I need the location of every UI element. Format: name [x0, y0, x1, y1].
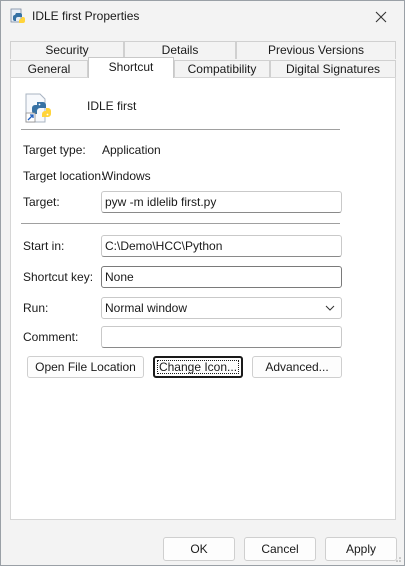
apply-button[interactable]: Apply	[325, 537, 397, 561]
divider	[21, 223, 340, 224]
tab-previous-versions[interactable]: Previous Versions	[236, 41, 396, 59]
comment-label: Comment:	[23, 330, 79, 344]
change-icon-button-label: Change Icon...	[155, 358, 241, 376]
divider	[21, 129, 340, 130]
start-in-input[interactable]: C:\Demo\HCC\Python	[101, 235, 342, 257]
python-shortcut-icon	[25, 93, 51, 123]
python-idle-icon	[10, 8, 25, 23]
title-bar[interactable]: IDLE first Properties	[1, 1, 404, 32]
target-location-value: Windows	[102, 169, 151, 183]
target-label: Target:	[23, 195, 60, 209]
tab-digital-signatures[interactable]: Digital Signatures	[270, 60, 396, 78]
shortcut-name: IDLE first	[87, 99, 137, 113]
tab-general[interactable]: General	[10, 60, 88, 78]
shortcut-key-input[interactable]: None	[101, 266, 342, 288]
run-select[interactable]: Normal window	[101, 297, 342, 319]
open-file-location-button[interactable]: Open File Location	[27, 356, 144, 378]
ok-button[interactable]: OK	[163, 537, 235, 561]
comment-input[interactable]	[101, 326, 342, 348]
window-title: IDLE first Properties	[32, 9, 140, 23]
close-icon	[375, 11, 387, 22]
advanced-button[interactable]: Advanced...	[252, 356, 342, 378]
cancel-button[interactable]: Cancel	[244, 537, 316, 561]
target-type-value: Application	[102, 143, 161, 157]
target-location-label: Target location:	[23, 169, 105, 183]
shortcut-key-label: Shortcut key:	[23, 270, 94, 284]
tab-compatibility[interactable]: Compatibility	[174, 60, 270, 78]
start-in-label: Start in:	[23, 239, 65, 253]
tab-shortcut[interactable]: Shortcut	[88, 57, 174, 78]
resize-grip-icon[interactable]	[392, 553, 402, 563]
properties-dialog: IDLE first Properties Security Details P…	[0, 0, 405, 566]
target-input[interactable]: pyw -m idlelib first.py	[101, 191, 342, 213]
change-icon-button[interactable]: Change Icon...	[153, 356, 243, 378]
close-button[interactable]	[358, 1, 404, 32]
target-type-label: Target type:	[23, 143, 86, 157]
chevron-down-icon	[325, 305, 335, 311]
run-select-value: Normal window	[105, 301, 188, 315]
run-label: Run:	[23, 301, 49, 315]
